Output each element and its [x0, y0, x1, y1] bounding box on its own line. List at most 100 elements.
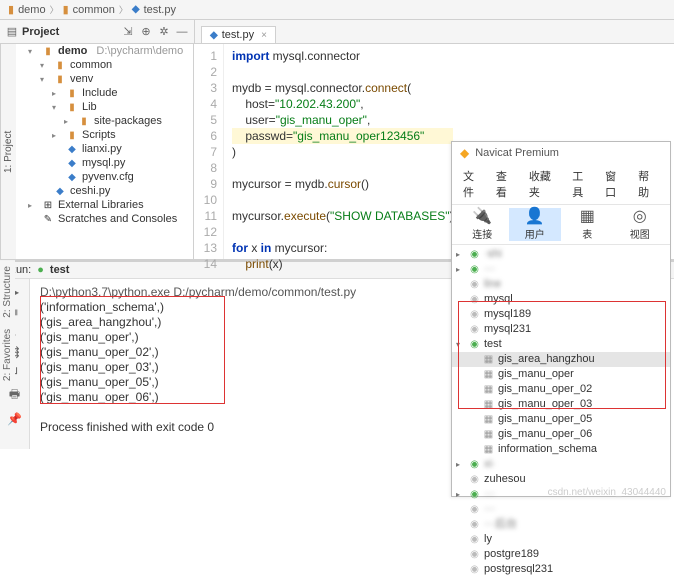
tree-arrow[interactable]: ▸ [52, 89, 62, 98]
py-icon: ◆ [65, 158, 79, 169]
chevron-right-icon: 〉 [119, 3, 128, 16]
navicat-toolbar[interactable]: 🔌连接👤用户▦表◎视图 [452, 205, 670, 245]
sidebar-tab-project[interactable]: 1: Project [0, 44, 16, 259]
menu-item[interactable]: 收藏夹 [524, 166, 565, 202]
tree-item[interactable]: ▾▮Lib [16, 100, 193, 114]
file-tab[interactable]: ◆ test.py × [201, 26, 276, 43]
nav-tree-item[interactable]: ▸◉··· [452, 262, 670, 277]
tab-favorites[interactable]: 2: Favorites [2, 329, 13, 381]
tree-arrow[interactable]: ▸ [456, 247, 465, 262]
nav-tree-label: zuhesou [484, 472, 526, 487]
tree-item[interactable]: ▸⊞External Libraries [16, 198, 193, 212]
navicat-menubar[interactable]: 文件查看收藏夹工具窗口帮助 [452, 164, 670, 205]
tree-item[interactable]: ◆pyvenv.cfg [16, 170, 193, 184]
chevron-right-icon: 〉 [50, 3, 59, 16]
db-icon: ▦ [482, 442, 495, 457]
tree-arrow[interactable]: ▸ [52, 131, 62, 140]
tree-arrow[interactable]: ▸ [456, 457, 465, 472]
nav-tree-item[interactable]: ▦gis_manu_oper_03 [452, 397, 670, 412]
collapse-icon[interactable]: ⇲ [120, 24, 136, 40]
nav-tree-item[interactable]: ▾◉test [452, 337, 670, 352]
nav-tree-item[interactable]: ◉···后台 [452, 517, 670, 532]
project-tree[interactable]: ▾ ▮ demo D:\pycharm\demo ▾▮common▾▮venv▸… [16, 44, 194, 259]
project-label[interactable]: Project [22, 26, 59, 38]
tree-arrow[interactable]: ▾ [40, 61, 50, 70]
toolbar-用户[interactable]: 👤用户 [509, 208, 562, 241]
nav-tree-item[interactable]: ◉postgre189 [452, 547, 670, 562]
crumb[interactable]: test.py [144, 4, 176, 16]
menu-item[interactable]: 查看 [491, 166, 522, 202]
menu-item[interactable]: 窗口 [600, 166, 631, 202]
tree-arrow[interactable]: ▸ [64, 117, 74, 126]
toolbar-row: ▤ Project ⇲ ⊕ ✲ — ◆ test.py × [0, 20, 674, 44]
editor-code[interactable]: import mysql.connector mydb = mysql.conn… [224, 44, 453, 259]
tree-arrow[interactable]: ▾ [52, 103, 62, 112]
nav-tree-item[interactable]: ◉zuhesou [452, 472, 670, 487]
tree-root[interactable]: ▾ ▮ demo D:\pycharm\demo [16, 44, 193, 58]
nav-tree-label: mysql231 [484, 322, 531, 337]
nav-tree-item[interactable]: ◉mysql189 [452, 307, 670, 322]
nav-tree-label: postgre189 [484, 547, 539, 562]
menu-item[interactable]: 文件 [458, 166, 489, 202]
crumb[interactable]: common [73, 4, 115, 16]
tab-structure[interactable]: 2: Structure [2, 266, 13, 318]
nav-tree-item[interactable]: ▦information_schema [452, 442, 670, 457]
toolbar-表[interactable]: ▦表 [561, 208, 614, 241]
toolbar-icon: ◎ [614, 208, 667, 226]
close-icon[interactable]: × [261, 30, 267, 41]
tree-item[interactable]: ▸▮Include [16, 86, 193, 100]
tree-arrow[interactable]: ▸ [28, 201, 38, 210]
tree-item[interactable]: ▸▮site-packages [16, 114, 193, 128]
tree-item[interactable]: ◆ceshi.py [16, 184, 193, 198]
tree-item[interactable]: ◆lianxi.py [16, 142, 193, 156]
tree-item[interactable]: ▾▮venv [16, 72, 193, 86]
print-icon[interactable]: 🖶 [9, 385, 20, 406]
project-view-icon[interactable]: ▤ [4, 24, 20, 40]
nav-tree-item[interactable]: ◉line [452, 277, 670, 292]
tree-arrow[interactable]: ▾ [456, 337, 465, 352]
navicat-tree[interactable]: ▸◉·shi▸◉···◉line◉mysql◉mysql189◉mysql231… [452, 245, 670, 579]
navicat-window[interactable]: ◆ Navicat Premium 文件查看收藏夹工具窗口帮助 🔌连接👤用户▦表… [451, 141, 671, 497]
toolbar-连接[interactable]: 🔌连接 [456, 208, 509, 241]
scratch-icon: ✎ [41, 214, 55, 225]
side-tabs-left[interactable]: 2: Favorites 2: Structure [0, 260, 15, 387]
nav-tree-item[interactable]: ▸◉·shi [452, 247, 670, 262]
nav-tree-item[interactable]: ▦gis_manu_oper [452, 367, 670, 382]
tree-item[interactable]: ◆mysql.py [16, 156, 193, 170]
nav-tree-item[interactable]: ▦gis_area_hangzhou [452, 352, 670, 367]
nav-tree-item[interactable]: ◉mysql231 [452, 322, 670, 337]
tree-item[interactable]: ▸▮Scripts [16, 128, 193, 142]
tree-item[interactable]: ▾▮common [16, 58, 193, 72]
db-icon: ◉ [468, 502, 481, 517]
nav-tree-item[interactable]: ◉mysql [452, 292, 670, 307]
menu-item[interactable]: 工具 [567, 166, 598, 202]
menu-item[interactable]: 帮助 [633, 166, 664, 202]
tree-item-label: common [70, 59, 112, 71]
navicat-logo-icon: ◆ [460, 146, 469, 160]
python-file-icon: ◆ [132, 4, 140, 15]
tree-arrow[interactable]: ▸ [456, 262, 465, 277]
tree-arrow[interactable]: ▾ [40, 75, 50, 84]
watermark: csdn.net/weixin_43044440 [548, 487, 666, 498]
tree-item[interactable]: ✎Scratches and Consoles [16, 212, 193, 226]
tree-item-label: Include [82, 87, 117, 99]
target-icon[interactable]: ⊕ [138, 24, 154, 40]
pin-icon[interactable]: 📌 [7, 412, 22, 426]
toolbar-视图[interactable]: ◎视图 [614, 208, 667, 241]
gear-icon[interactable]: ✲ [156, 24, 172, 40]
db-icon: ▦ [482, 427, 495, 442]
nav-tree-item[interactable]: ▦gis_manu_oper_02 [452, 382, 670, 397]
nav-tree-item[interactable]: ▦gis_manu_oper_05 [452, 412, 670, 427]
nav-tree-item[interactable]: ◉postgresql231 [452, 562, 670, 577]
py-icon: ◆ [65, 144, 79, 155]
navicat-titlebar[interactable]: ◆ Navicat Premium [452, 142, 670, 164]
nav-tree-item[interactable]: ◉ly [452, 532, 670, 547]
chevron-down-icon[interactable]: ▾ [28, 47, 38, 56]
db-icon: ◉ [468, 517, 481, 532]
run-config-name[interactable]: test [50, 264, 70, 276]
nav-tree-item[interactable]: ◉··· [452, 502, 670, 517]
hide-icon[interactable]: — [174, 24, 190, 40]
nav-tree-item[interactable]: ▦gis_manu_oper_06 [452, 427, 670, 442]
crumb[interactable]: demo [18, 4, 46, 16]
nav-tree-item[interactable]: ▸◉xi· [452, 457, 670, 472]
